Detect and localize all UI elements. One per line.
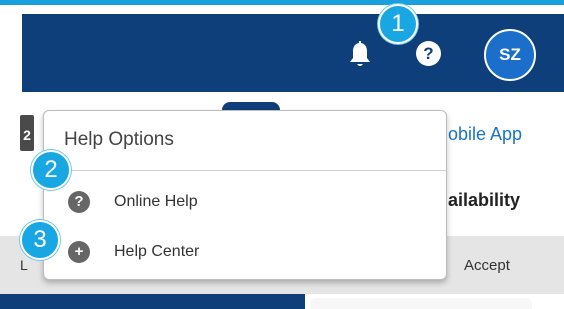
- bell-icon[interactable]: [346, 40, 374, 70]
- step-callout-1: 1: [378, 4, 418, 44]
- top-accent-line: [0, 0, 564, 5]
- user-avatar[interactable]: SZ: [484, 29, 536, 81]
- table-header-first-column: L: [20, 257, 28, 273]
- help-options-dropdown: Help Options ? Online Help + Help Center: [43, 110, 447, 280]
- step-callout-2: 2: [31, 150, 71, 190]
- bottom-card: [310, 298, 532, 309]
- step-callout-3: 3: [20, 220, 60, 260]
- availability-heading: ailability: [448, 190, 521, 210]
- question-circle-icon: ?: [68, 191, 90, 213]
- table-header-accept: Accept: [464, 257, 510, 274]
- calendar-icon: 2: [20, 115, 34, 151]
- menu-item-label: Online Help: [114, 193, 198, 210]
- help-options-title: Help Options: [64, 129, 174, 150]
- menu-item-label: Help Center: [114, 243, 200, 260]
- menu-item-help-center[interactable]: + Help Center: [44, 227, 446, 277]
- help-button[interactable]: ?: [416, 41, 441, 66]
- bottom-panel: [0, 294, 305, 309]
- menu-item-online-help[interactable]: ? Online Help: [44, 177, 446, 227]
- divider: [44, 170, 446, 171]
- plus-circle-icon: +: [68, 241, 90, 263]
- top-navigation-bar: [22, 14, 564, 92]
- mobile-app-link[interactable]: obile App: [448, 124, 522, 145]
- question-icon: ?: [423, 44, 434, 63]
